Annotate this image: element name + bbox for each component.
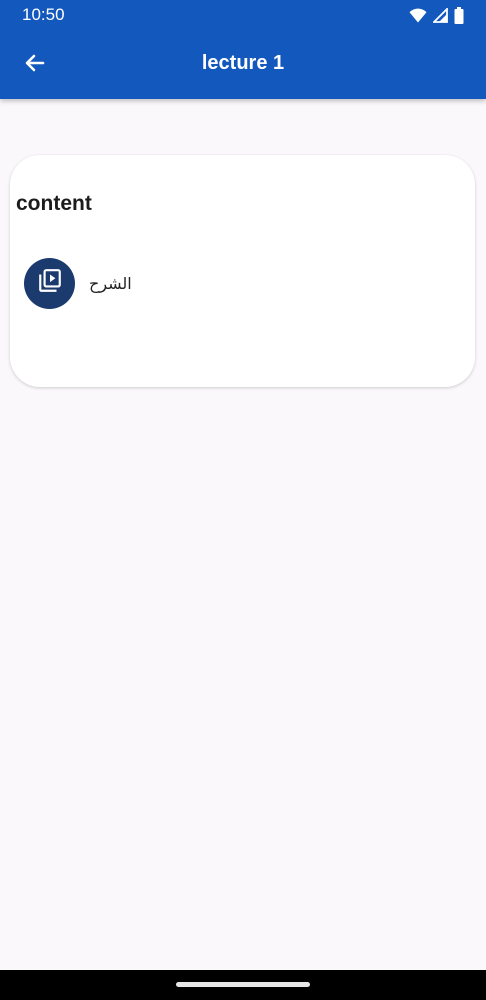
- page-title: lecture 1: [201, 52, 285, 74]
- app-bar: 10:50 lecture 1: [0, 0, 486, 99]
- video-library-icon: [37, 268, 63, 299]
- status-icons: [409, 6, 464, 24]
- item-label: الشرح: [89, 273, 132, 293]
- status-time: 10:50: [22, 5, 65, 24]
- cell-signal-icon: [433, 7, 448, 23]
- item-avatar: [24, 257, 75, 309]
- home-indicator[interactable]: [176, 982, 310, 987]
- status-bar: 10:50: [0, 0, 486, 30]
- list-item-lecture-explanation[interactable]: الشرح: [24, 257, 132, 309]
- battery-icon: [454, 6, 464, 24]
- content-card: content الشرح: [10, 155, 475, 387]
- system-navigation-bar: [0, 970, 486, 1000]
- card-title: content: [16, 192, 92, 215]
- wifi-icon: [409, 8, 427, 23]
